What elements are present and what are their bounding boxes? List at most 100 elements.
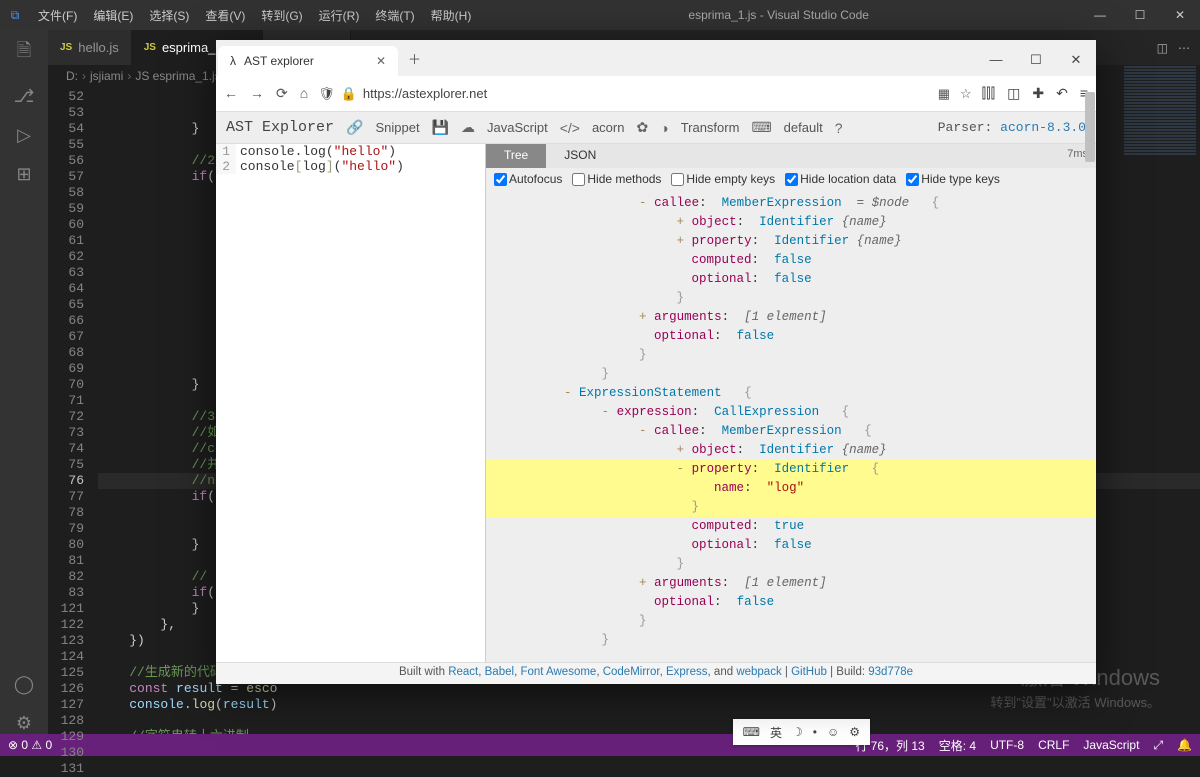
footer-link[interactable]: Font Awesome — [520, 666, 596, 678]
extension-icon[interactable]: ✚ — [1032, 85, 1044, 102]
menu-selection[interactable]: 选择(S) — [143, 3, 195, 28]
footer-build-hash[interactable]: 93d778e — [868, 666, 913, 678]
source-control-icon[interactable]: ⎇ — [14, 86, 35, 107]
back-button[interactable]: ← — [224, 85, 238, 102]
tab-json[interactable]: JSON — [546, 144, 614, 168]
breadcrumb-seg[interactable]: D: — [66, 69, 78, 83]
explorer-icon[interactable]: 🗎 — [17, 38, 31, 68]
maximize-button[interactable]: ☐ — [1120, 8, 1160, 22]
opt-hide-empty[interactable]: Hide empty keys — [671, 172, 775, 186]
run-debug-icon[interactable]: ▷ — [17, 125, 31, 146]
library-icon[interactable]: ⫿⫿⫿ — [982, 85, 995, 102]
shield-icon: 🛡 — [318, 86, 335, 102]
ime-moon-icon[interactable]: ☽ — [792, 725, 803, 739]
minimize-button[interactable]: — — [1080, 8, 1120, 22]
tab-tree[interactable]: Tree — [486, 144, 546, 168]
menu-bar: 文件(F) 编辑(E) 选择(S) 查看(V) 转到(G) 运行(R) 终端(T… — [30, 3, 477, 28]
vscode-titlebar: ⧉ 文件(F) 编辑(E) 选择(S) 查看(V) 转到(G) 运行(R) 终端… — [0, 0, 1200, 30]
status-bar: ⊗ 0 ⚠ 0 行 76，列 13 空格: 4 UTF-8 CRLF JavaS… — [0, 734, 1200, 756]
status-bell-icon[interactable]: 🔔 — [1177, 738, 1192, 752]
cloud-icon[interactable]: ☁ — [461, 119, 475, 136]
close-tab-icon[interactable]: ✕ — [376, 54, 386, 68]
footer-link[interactable]: Express — [666, 666, 708, 678]
status-eol[interactable]: CRLF — [1038, 738, 1069, 752]
footer-link[interactable]: Babel — [485, 666, 514, 678]
split-editor-icon[interactable]: ◫ — [1157, 41, 1168, 55]
ast-tree[interactable]: - callee: MemberExpression = $node { + o… — [486, 190, 1096, 662]
menu-terminal[interactable]: 终端(T) — [369, 3, 420, 28]
parser-link[interactable]: acorn-8.3.0 — [1000, 120, 1086, 135]
transform-label[interactable]: Transform — [681, 120, 740, 135]
forward-button[interactable]: → — [250, 85, 264, 102]
scrollbar-thumb[interactable] — [1085, 92, 1095, 162]
menu-edit[interactable]: 编辑(E) — [87, 3, 139, 28]
breadcrumb-seg[interactable]: jsjiami — [90, 69, 123, 83]
gear-icon[interactable]: ✿ — [636, 119, 648, 136]
menu-view[interactable]: 查看(V) — [199, 3, 251, 28]
footer-link[interactable]: React — [448, 666, 478, 678]
reload-button[interactable]: ⟳ — [276, 85, 288, 102]
ime-toolbar[interactable]: ⌨ 英 ☽ • ☺ ⚙ — [733, 719, 870, 745]
status-indent[interactable]: 空格: 4 — [939, 737, 976, 754]
line-number: 2 — [216, 159, 236, 174]
tree-scrollbar[interactable] — [1084, 72, 1096, 662]
opt-hide-type[interactable]: Hide type keys — [906, 172, 1000, 186]
ast-toolbar: AST Explorer 🔗 Snippet 💾 ☁ JavaScript </… — [216, 112, 1096, 144]
ast-output-tabs: Tree JSON 7ms — [486, 144, 1096, 168]
browser-minimize-button[interactable]: — — [976, 44, 1016, 76]
ime-gear-icon[interactable]: ⚙ — [849, 725, 860, 739]
menu-help[interactable]: 帮助(H) — [425, 3, 478, 28]
bookmark-star-icon[interactable]: ☆ — [960, 86, 972, 102]
status-problems[interactable]: ⊗ 0 ⚠ 0 — [8, 738, 52, 752]
ime-dot-icon[interactable]: • — [813, 725, 817, 739]
footer-link[interactable]: webpack — [736, 666, 781, 678]
js-file-icon: JS — [60, 42, 72, 53]
breadcrumb-seg[interactable]: JS esprima_1.js — [135, 69, 220, 83]
menu-go[interactable]: 转到(G) — [255, 3, 308, 28]
lock-icon: 🔒 — [341, 86, 357, 102]
status-encoding[interactable]: UTF-8 — [990, 738, 1024, 752]
tree-options: Autofocus Hide methods Hide empty keys H… — [486, 168, 1096, 190]
footer-link[interactable]: GitHub — [791, 666, 827, 678]
close-button[interactable]: ✕ — [1160, 8, 1200, 22]
ime-lang[interactable]: 英 — [770, 724, 782, 741]
footer-link[interactable]: CodeMirror — [603, 666, 660, 678]
toggle-icon[interactable]: ◑ — [660, 120, 668, 136]
qr-icon[interactable]: ▦ — [938, 86, 950, 102]
tab-hello[interactable]: JShello.js — [48, 30, 132, 65]
status-feedback-icon[interactable]: ⤢ — [1153, 738, 1163, 753]
browser-tabstrip: λ AST explorer ✕ ＋ — ☐ ✕ — [216, 40, 1096, 76]
minimap[interactable] — [1120, 65, 1200, 265]
js-file-icon: JS — [144, 42, 156, 53]
browser-tab[interactable]: λ AST explorer ✕ — [218, 46, 398, 76]
save-icon[interactable]: 💾 — [432, 119, 449, 136]
extensions-icon[interactable]: ⊞ — [16, 164, 31, 185]
browser-window: λ AST explorer ✕ ＋ — ☐ ✕ ← → ⟳ ⌂ 🛡 🔒 htt… — [216, 40, 1096, 684]
ime-keyboard-icon[interactable]: ⌨ — [743, 725, 760, 739]
vscode-logo-icon: ⧉ — [0, 8, 30, 23]
url-field[interactable]: 🛡 🔒 https://astexplorer.net — [318, 86, 928, 102]
ast-source-editor[interactable]: 1console.log("hello") 2console[log]("hel… — [216, 144, 486, 662]
home-button[interactable]: ⌂ — [300, 85, 308, 102]
undo-icon[interactable]: ↶ — [1056, 85, 1068, 102]
lang-select[interactable]: JavaScript — [487, 120, 548, 135]
link-icon[interactable]: 🔗 — [346, 119, 363, 136]
opt-hide-location[interactable]: Hide location data — [785, 172, 896, 186]
snippet-label[interactable]: Snippet — [375, 120, 419, 135]
status-language[interactable]: JavaScript — [1083, 738, 1139, 752]
help-icon[interactable]: ? — [835, 120, 843, 136]
menu-run[interactable]: 运行(R) — [313, 3, 366, 28]
keyboard-icon: ⌨ — [751, 119, 771, 136]
browser-maximize-button[interactable]: ☐ — [1016, 44, 1056, 76]
preset-label[interactable]: default — [784, 120, 823, 135]
settings-gear-icon[interactable]: ⚙ — [16, 713, 32, 734]
more-actions-icon[interactable]: ⋯ — [1178, 41, 1190, 55]
new-tab-button[interactable]: ＋ — [398, 41, 431, 76]
ime-emoji-icon[interactable]: ☺ — [827, 725, 839, 739]
parser-select[interactable]: acorn — [592, 120, 625, 135]
accounts-icon[interactable]: ◯ — [14, 674, 34, 695]
sidebar-icon[interactable]: ◫ — [1007, 85, 1020, 102]
opt-autofocus[interactable]: Autofocus — [494, 172, 562, 186]
menu-file[interactable]: 文件(F) — [32, 3, 83, 28]
opt-hide-methods[interactable]: Hide methods — [572, 172, 661, 186]
